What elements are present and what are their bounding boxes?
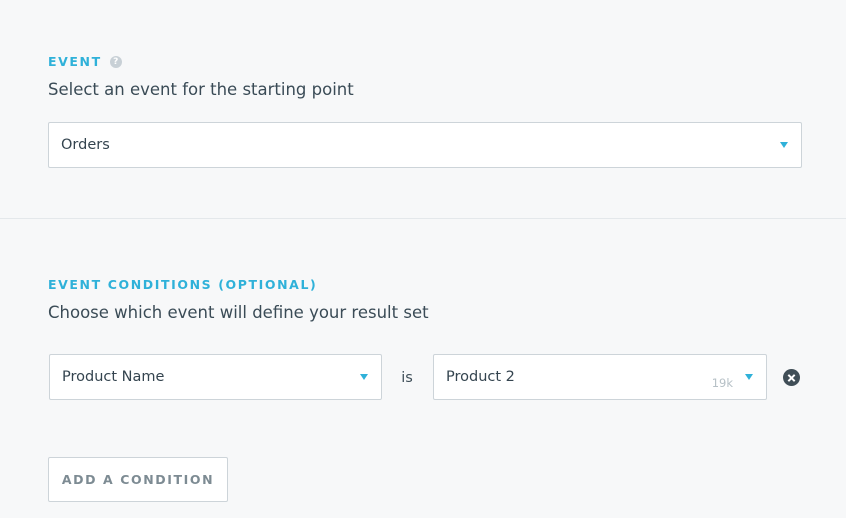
event-heading-label: EVENT [48,54,102,69]
chevron-down-icon [745,374,753,380]
conditions-heading: EVENT CONDITIONS (OPTIONAL) [48,277,318,292]
event-heading: EVENT ? [48,54,122,70]
chevron-down-icon [780,142,788,148]
condition-property-value: Product Name [62,369,165,385]
event-subtitle: Select an event for the starting point [48,80,354,99]
event-select[interactable]: Orders [48,122,802,168]
add-condition-button[interactable]: ADD A CONDITION [48,457,228,502]
chevron-down-icon [360,374,368,380]
help-icon[interactable]: ? [109,56,122,68]
event-select-value: Orders [61,137,110,153]
event-section: EVENT ? Select an event for the starting… [0,0,846,218]
condition-value-count: 19k [711,376,733,390]
condition-operator: is [401,370,413,386]
condition-value-select[interactable]: Product 2 19k [433,354,767,400]
condition-value-text: Product 2 [446,369,515,385]
conditions-subtitle: Choose which event will define your resu… [48,303,429,322]
close-circle-icon[interactable] [783,369,800,386]
condition-property-select[interactable]: Product Name [49,354,382,400]
